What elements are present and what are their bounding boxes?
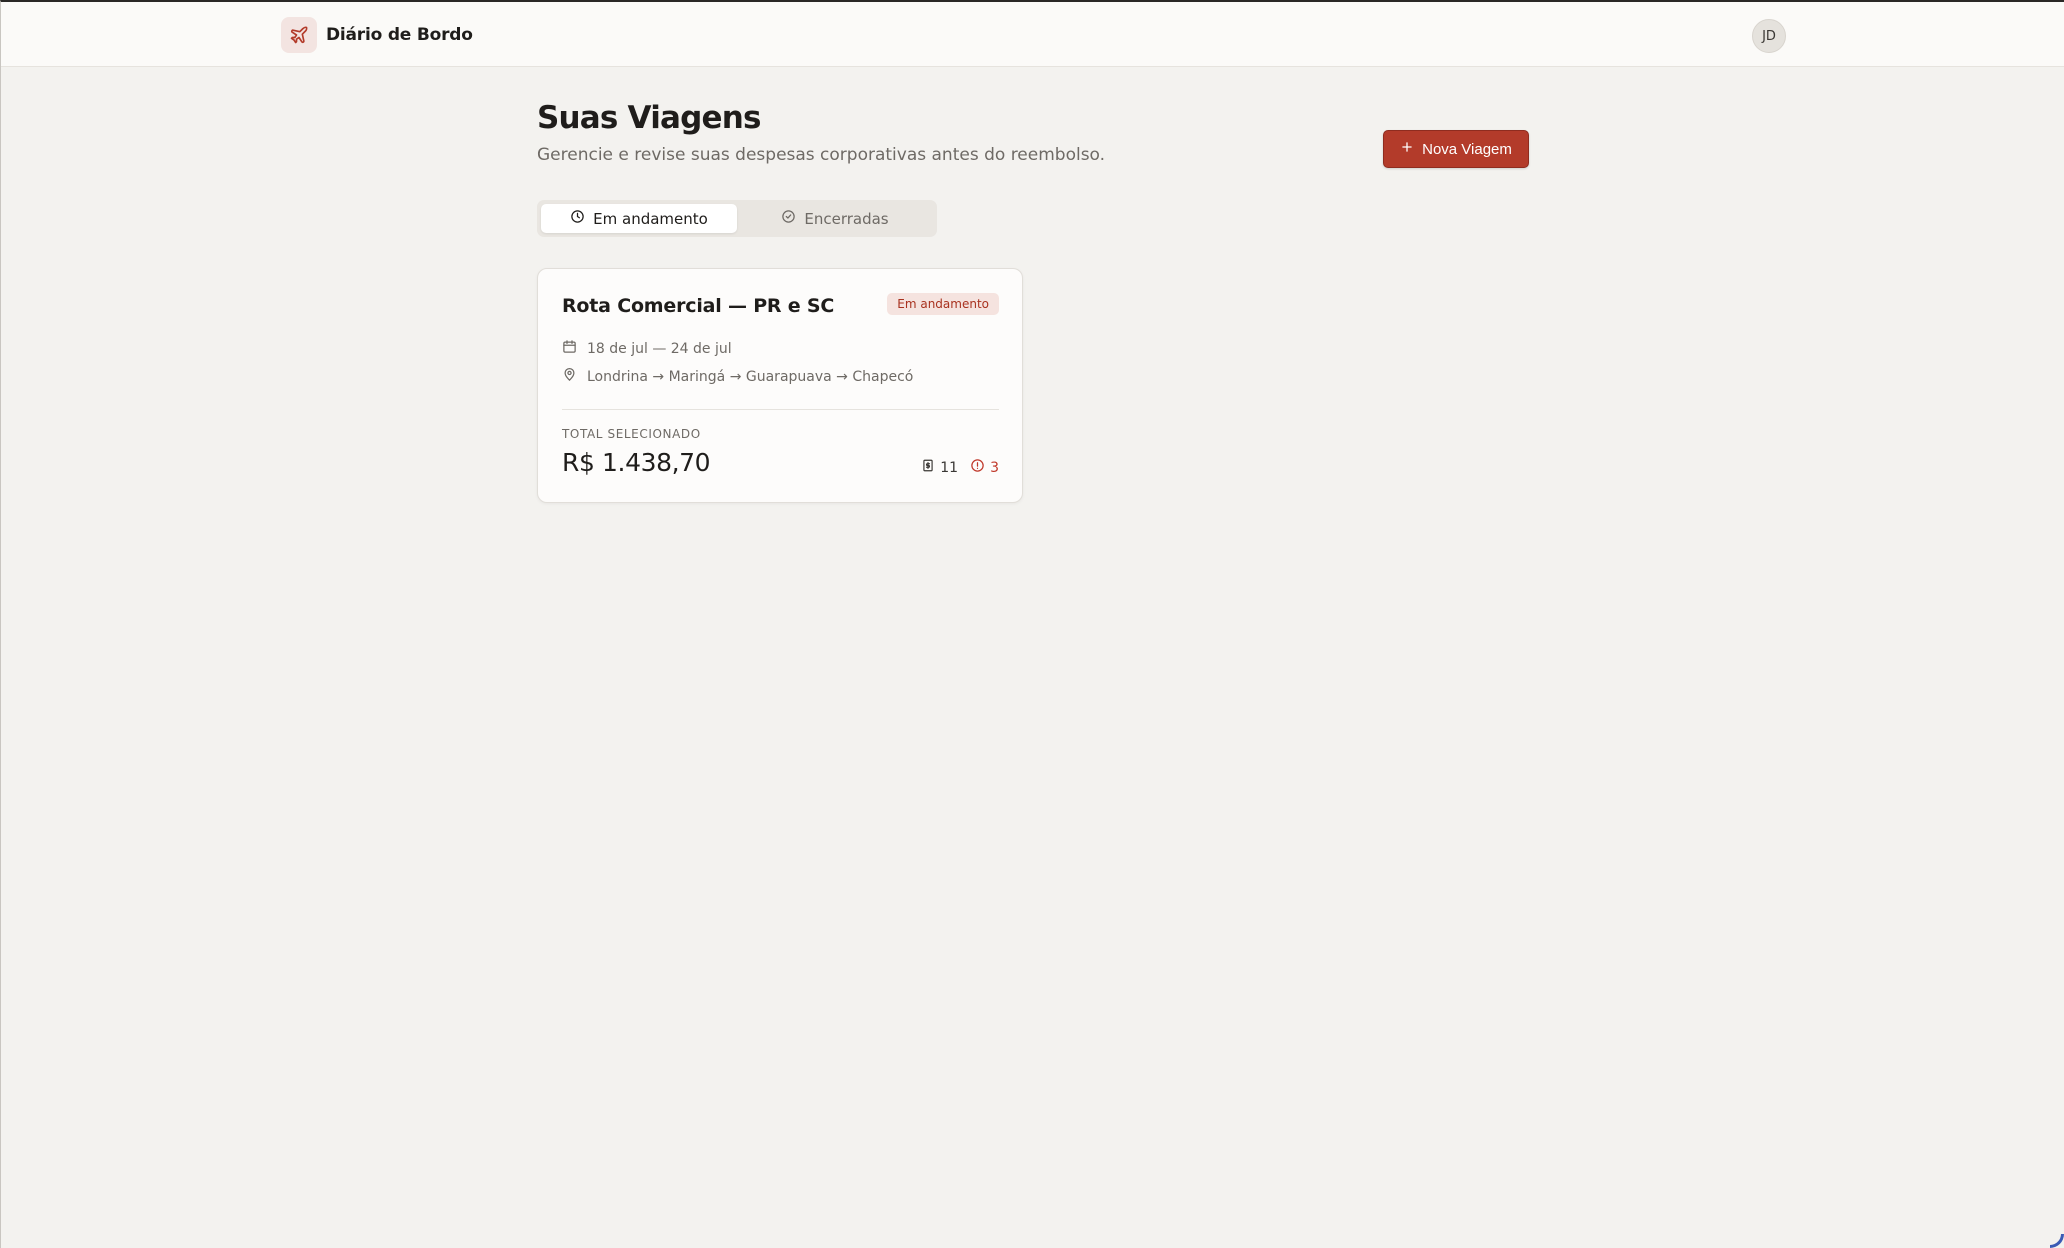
top-bar: Diário de Bordo JD (1, 2, 2064, 67)
receipts-count: 11 (921, 458, 958, 477)
map-pin-icon (562, 367, 577, 386)
status-badge: Em andamento (887, 293, 999, 315)
clock-icon (570, 209, 585, 228)
calendar-icon (562, 339, 577, 358)
app-name: Diário de Bordo (326, 25, 473, 45)
new-trip-button[interactable]: Nova Viagem (1383, 130, 1529, 168)
tab-label: Em andamento (593, 209, 708, 228)
tab-closed[interactable]: Encerradas (737, 204, 933, 233)
check-circle-icon (781, 209, 796, 228)
new-trip-label: Nova Viagem (1422, 140, 1512, 158)
plus-icon (1400, 140, 1414, 158)
page-subtitle: Gerencie e revise suas despesas corporat… (537, 145, 1106, 165)
alert-circle-icon (970, 458, 985, 477)
alerts-count: 3 (970, 458, 999, 477)
trip-dates: 18 de jul — 24 de jul (562, 339, 732, 358)
page-title: Suas Viagens (537, 100, 761, 136)
tab-label: Encerradas (804, 209, 889, 228)
trip-dates-text: 18 de jul — 24 de jul (587, 340, 732, 357)
total-label: TOTAL SELECIONADO (562, 427, 701, 441)
trip-title: Rota Comercial — PR e SC (562, 295, 835, 317)
window-corner (2050, 1234, 2064, 1248)
user-avatar[interactable]: JD (1752, 19, 1786, 53)
alerts-count-value: 3 (990, 459, 999, 476)
plane-icon (281, 17, 317, 53)
receipt-icon (921, 458, 935, 477)
receipts-count-value: 11 (940, 459, 959, 476)
trip-counts: 11 3 (921, 458, 999, 477)
trip-card[interactable]: Rota Comercial — PR e SC Em andamento 18… (537, 268, 1023, 503)
app-window: Diário de Bordo JD Suas Viagens Gerencie… (0, 0, 2064, 1248)
total-value: R$ 1.438,70 (562, 448, 711, 477)
trip-status-tabs: Em andamento Encerradas (537, 200, 937, 237)
card-divider (562, 409, 999, 410)
brand[interactable]: Diário de Bordo (281, 17, 473, 53)
trip-route-text: Londrina → Maringá → Guarapuava → Chapec… (587, 368, 914, 385)
trip-route: Londrina → Maringá → Guarapuava → Chapec… (562, 367, 913, 386)
tab-in-progress[interactable]: Em andamento (541, 204, 737, 233)
